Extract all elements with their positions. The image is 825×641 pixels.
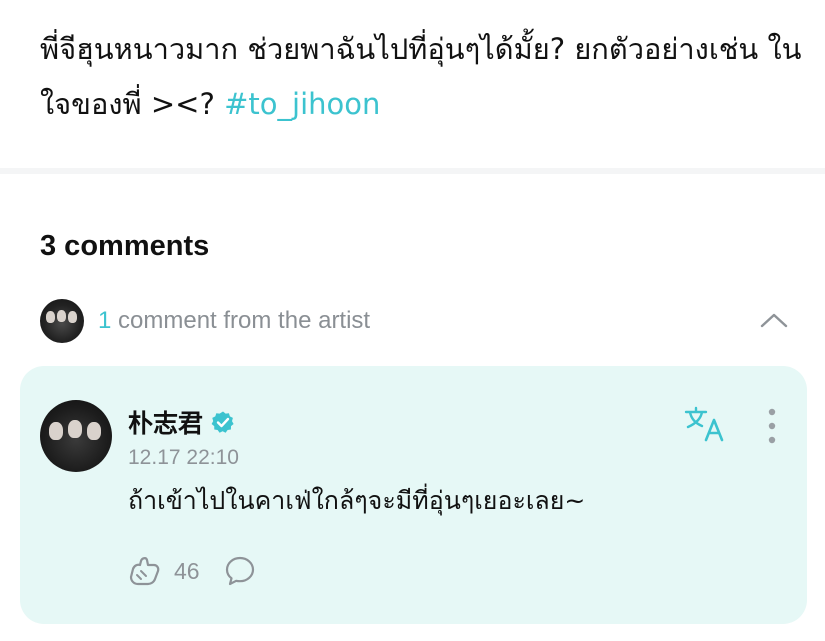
author-name[interactable]: 朴志君 (128, 404, 235, 440)
reply-icon[interactable] (224, 555, 256, 587)
like-icon[interactable] (128, 554, 162, 588)
artist-comments-toggle[interactable]: 1 comment from the artist (40, 299, 800, 343)
artist-avatar-small (40, 299, 84, 343)
like-count: 46 (174, 557, 200, 584)
post-body: พี่จีฮุนหนาวมาก ช่วยพาฉันไปที่อุ่นๆได้มั… (40, 32, 802, 121)
artist-comment-count: 1 (98, 307, 112, 334)
chevron-up-icon[interactable] (760, 307, 788, 335)
hashtag-link[interactable]: #to_jihoon (224, 87, 380, 121)
author-name-text: 朴志君 (128, 409, 204, 438)
artist-comment-label: 1 comment from the artist (98, 307, 370, 335)
post-text: พี่จีฮุนหนาวมาก ช่วยพาฉันไปที่อุ่นๆได้มั… (40, 22, 810, 132)
artist-comment-text: comment from the artist (111, 307, 371, 334)
comment-body: ถ้าเข้าไปในคาเฟ่ใกล้ๆจะมีที่อุ่นๆเยอะเลย… (128, 486, 586, 515)
comment-timestamp: 12.17 22:10 (128, 446, 239, 469)
comment-actions: 46 (128, 554, 256, 588)
artist-comment-card: 朴志君 12.17 22:10 ถ้าเข้าไปในคาเฟ่ใกล้ๆจะม… (20, 366, 807, 624)
more-icon[interactable] (762, 408, 782, 444)
section-divider (0, 168, 825, 174)
comments-count-heading: 3 comments (40, 230, 210, 262)
translate-icon[interactable] (684, 406, 726, 442)
verified-icon (211, 411, 234, 433)
author-avatar[interactable] (40, 400, 112, 472)
